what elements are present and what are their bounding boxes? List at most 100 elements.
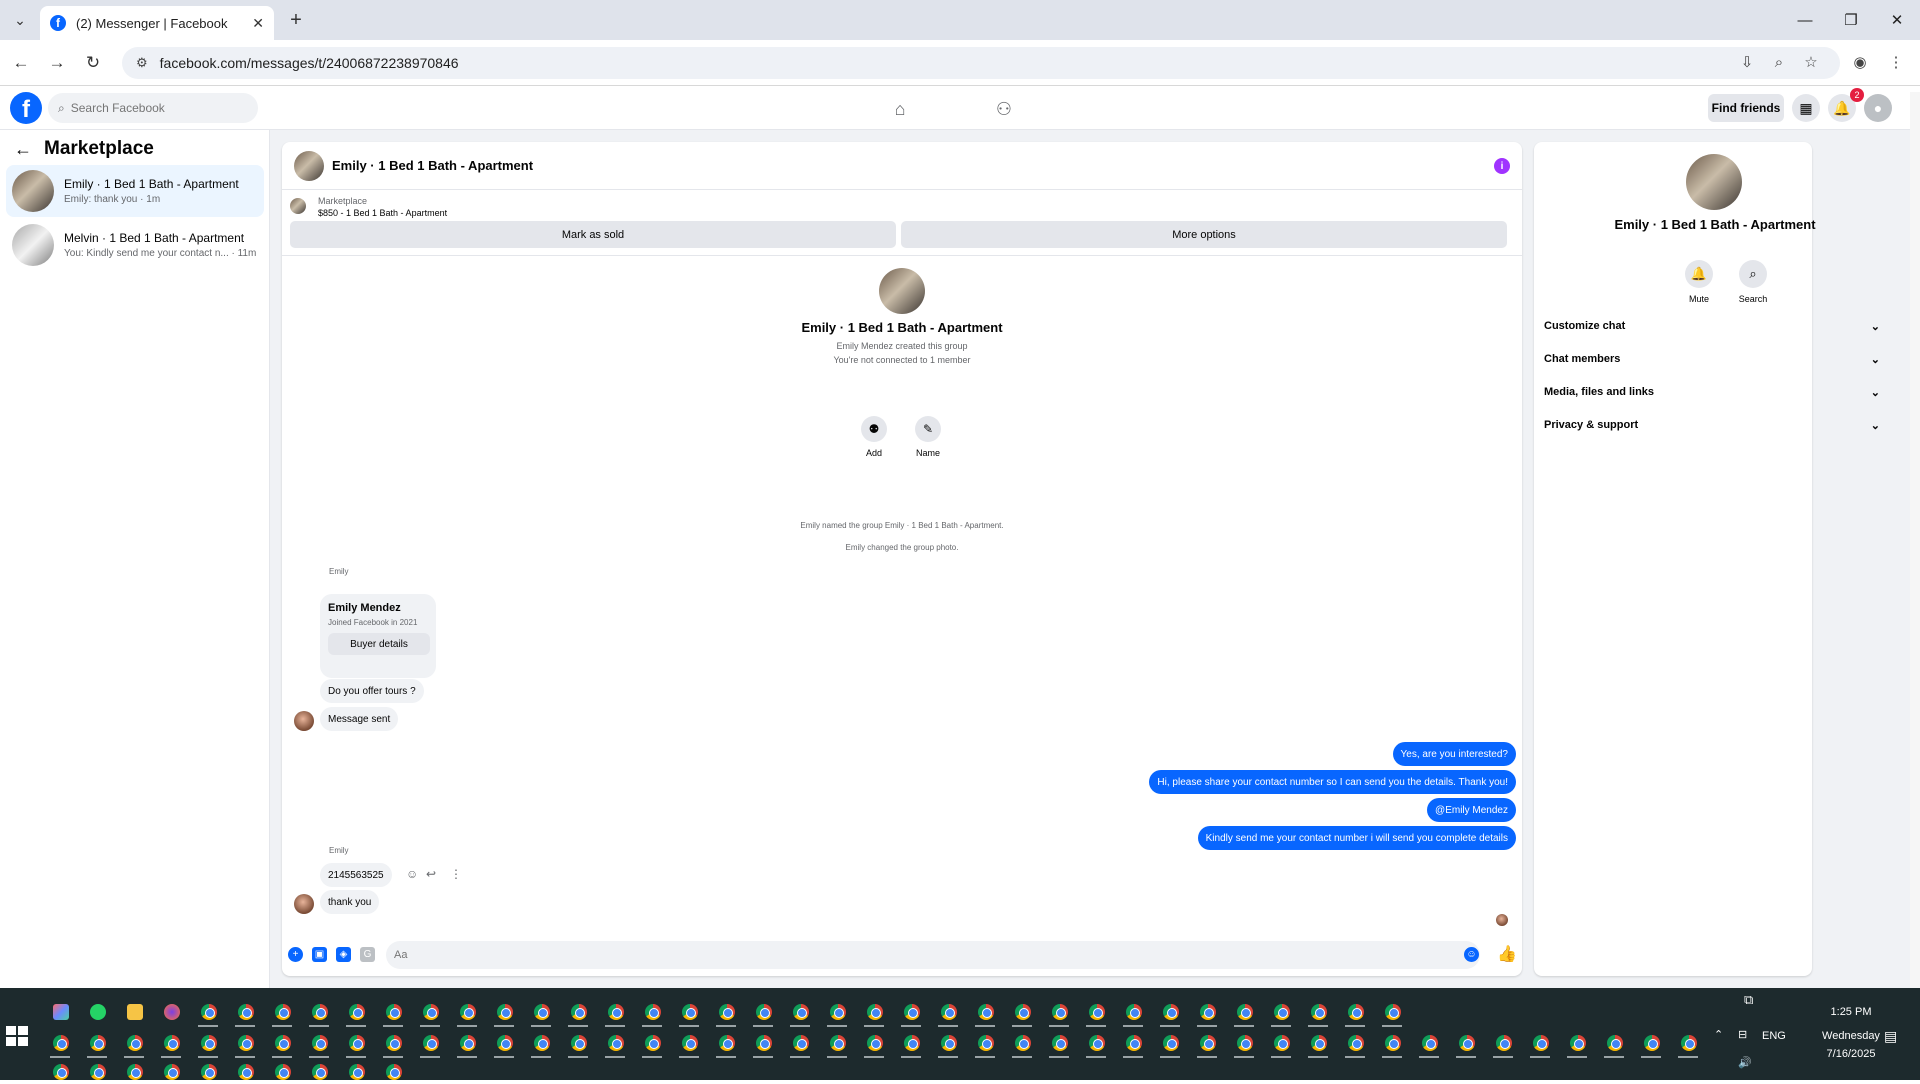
chrome-icon[interactable]: [1337, 1031, 1374, 1058]
chrome-icon[interactable]: [264, 1060, 301, 1084]
chrome-icon[interactable]: [116, 1031, 153, 1058]
chrome-icon[interactable]: [190, 1031, 227, 1058]
profile-icon[interactable]: ◉: [1848, 50, 1872, 74]
close-window-icon[interactable]: ✕: [1882, 6, 1912, 34]
chrome-icon[interactable]: [1189, 1031, 1226, 1058]
close-tab-icon[interactable]: ✕: [252, 15, 264, 32]
chrome-icon[interactable]: [930, 1031, 967, 1058]
section-privacy-support[interactable]: Privacy & support ⌄: [1544, 413, 1886, 437]
chrome-icon[interactable]: [930, 1000, 967, 1027]
gif-icon[interactable]: G: [360, 947, 375, 962]
chrome-icon[interactable]: [338, 1060, 375, 1084]
address-bar[interactable]: ⚙ facebook.com/messages/t/24006872238970…: [122, 47, 1840, 79]
incoming-message[interactable]: Message sent: [320, 707, 399, 731]
chrome-icon[interactable]: [597, 1000, 634, 1027]
find-friends-button[interactable]: Find friends: [1708, 94, 1784, 122]
incoming-message[interactable]: 2145563525: [320, 863, 392, 887]
chrome-icon[interactable]: [1041, 1031, 1078, 1058]
outgoing-message[interactable]: Yes, are you interested?: [1392, 742, 1516, 766]
chrome-icon[interactable]: [412, 1000, 449, 1027]
conversation-item-melvin[interactable]: Melvin · 1 Bed 1 Bath - Apartment You: K…: [6, 219, 264, 271]
chrome-icon[interactable]: [1559, 1031, 1596, 1058]
chrome-icon[interactable]: [301, 1060, 338, 1084]
chrome-icon[interactable]: [227, 1031, 264, 1058]
chrome-icon[interactable]: [1078, 1000, 1115, 1027]
bookmark-star-icon[interactable]: ☆: [1799, 50, 1823, 74]
chrome-icon[interactable]: [1448, 1031, 1485, 1058]
chrome-icon[interactable]: [1004, 1031, 1041, 1058]
chrome-icon[interactable]: [967, 1000, 1004, 1027]
chrome-icon[interactable]: [671, 1000, 708, 1027]
search-in-conversation-button[interactable]: ⌕ Search: [1728, 260, 1778, 304]
conversation-info-icon[interactable]: i: [1494, 158, 1510, 174]
chrome-icon[interactable]: [819, 1031, 856, 1058]
mute-button[interactable]: 🔔 Mute: [1674, 260, 1724, 304]
more-actions-icon[interactable]: ⋮: [450, 867, 462, 881]
chrome-icon[interactable]: [1485, 1031, 1522, 1058]
chrome-icon[interactable]: [708, 1000, 745, 1027]
listing-thumbnail[interactable]: [290, 198, 306, 214]
chrome-icon[interactable]: [42, 1031, 79, 1058]
clock-date[interactable]: 7/16/2025: [1806, 1048, 1896, 1060]
reload-icon[interactable]: ↻: [80, 50, 106, 76]
chrome-icon[interactable]: [1004, 1000, 1041, 1027]
add-member-button[interactable]: ⚉ Add: [849, 416, 899, 458]
account-avatar-icon[interactable]: ●: [1864, 94, 1892, 122]
back-arrow-icon[interactable]: ←: [14, 139, 32, 160]
chevron-up-icon[interactable]: ⌃: [1714, 1028, 1723, 1041]
chrome-icon[interactable]: [1374, 1000, 1411, 1027]
facebook-search[interactable]: ⌕: [48, 93, 258, 123]
emoji-icon[interactable]: ☺: [1464, 947, 1479, 962]
details-avatar[interactable]: [1686, 154, 1742, 210]
chrome-icon[interactable]: [856, 1000, 893, 1027]
whatsapp-icon[interactable]: [79, 1000, 116, 1024]
chrome-icon[interactable]: [560, 1000, 597, 1027]
chrome-icon[interactable]: [449, 1031, 486, 1058]
chrome-icon[interactable]: [893, 1031, 930, 1058]
chrome-icon[interactable]: [1337, 1000, 1374, 1027]
network-icon[interactable]: ⊟: [1738, 1028, 1747, 1041]
site-info-icon[interactable]: ⚙: [136, 55, 148, 71]
chrome-icon[interactable]: [153, 1031, 190, 1058]
chrome-icon[interactable]: [338, 1000, 375, 1027]
home-icon[interactable]: ⌂: [886, 96, 914, 122]
chrome-icon[interactable]: [634, 1000, 671, 1027]
mark-as-sold-button[interactable]: Mark as sold: [290, 221, 896, 248]
chrome-icon[interactable]: [338, 1031, 375, 1058]
chrome-icon[interactable]: [1226, 1031, 1263, 1058]
volume-icon[interactable]: 🔊: [1738, 1056, 1752, 1069]
chrome-icon[interactable]: [375, 1000, 412, 1027]
notifications-icon[interactable]: ▤: [1884, 1028, 1897, 1045]
chrome-icon[interactable]: [1374, 1031, 1411, 1058]
chrome-icon[interactable]: [486, 1000, 523, 1027]
chrome-icon[interactable]: [375, 1060, 412, 1084]
chrome-icon[interactable]: [264, 1031, 301, 1058]
facebook-search-input[interactable]: [70, 101, 241, 115]
outgoing-message[interactable]: Hi, please share your contact number so …: [1149, 770, 1516, 794]
chrome-icon[interactable]: [671, 1031, 708, 1058]
sender-avatar[interactable]: [294, 894, 314, 914]
buyer-details-button[interactable]: Buyer details: [328, 633, 430, 655]
copilot-icon[interactable]: [42, 1000, 79, 1024]
windows-start-icon[interactable]: [6, 1026, 28, 1046]
thumbs-up-icon[interactable]: 👍: [1497, 944, 1517, 964]
chrome-icon[interactable]: [227, 1000, 264, 1027]
page-scrollbar[interactable]: [1910, 92, 1920, 988]
section-chat-members[interactable]: Chat members ⌄: [1544, 347, 1886, 371]
zoom-icon[interactable]: ⌕: [1767, 50, 1791, 74]
chrome-icon[interactable]: [1633, 1031, 1670, 1058]
sticker-icon[interactable]: ◈: [336, 947, 351, 962]
chrome-icon[interactable]: [856, 1031, 893, 1058]
chrome-icon[interactable]: [79, 1031, 116, 1058]
chrome-icon[interactable]: [1152, 1031, 1189, 1058]
chrome-icon[interactable]: [1522, 1031, 1559, 1058]
chrome-icon[interactable]: [301, 1031, 338, 1058]
chat-title[interactable]: Emily · 1 Bed 1 Bath - Apartment: [332, 158, 533, 173]
chrome-icon[interactable]: [116, 1060, 153, 1084]
chrome-icon[interactable]: [893, 1000, 930, 1027]
chrome-icon[interactable]: [301, 1000, 338, 1027]
clock-day[interactable]: Wednesday: [1806, 1030, 1896, 1042]
chrome-icon[interactable]: [782, 1000, 819, 1027]
reply-icon[interactable]: ↩: [426, 867, 436, 881]
chrome-icon[interactable]: [782, 1031, 819, 1058]
